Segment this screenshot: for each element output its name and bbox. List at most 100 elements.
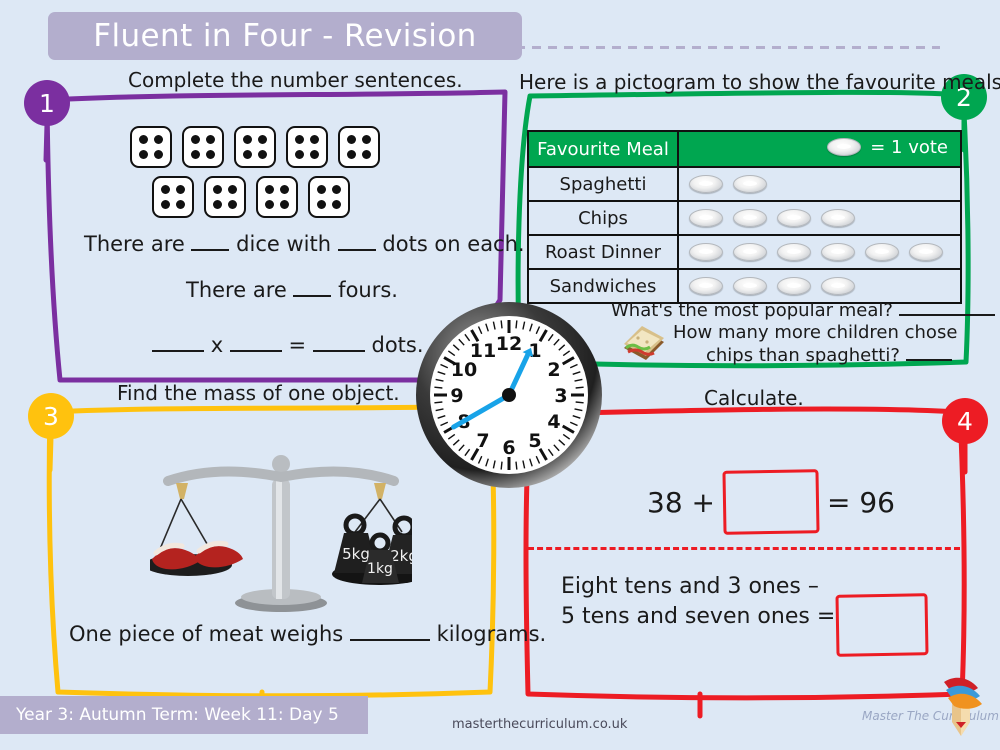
plate-icon [777, 243, 811, 261]
q1-s3-op: x [210, 333, 224, 357]
q1-sentence-3: x = dots. [152, 333, 424, 357]
pictogram-header-row: Favourite Meal = 1 vote [527, 130, 962, 168]
q3-answer-blank[interactable] [349, 639, 430, 641]
die-pip [139, 135, 148, 144]
die [308, 176, 350, 218]
die-pip [206, 135, 215, 144]
q1-s1-part-c: dots on each. [382, 232, 525, 256]
die-pip [317, 185, 326, 194]
page-title-banner: Fluent in Four - Revision [48, 12, 522, 60]
q1-blank-4[interactable] [152, 350, 204, 352]
q2-prompt: Here is a pictogram to show the favourit… [519, 70, 1000, 94]
q1-s3-eq: = [288, 333, 307, 357]
q2-answer-blank-2[interactable] [905, 359, 952, 361]
pictogram-meal-label: Roast Dinner [527, 234, 679, 270]
q4-answer-box-2[interactable] [835, 593, 929, 657]
plate-icon [821, 277, 855, 295]
clock-hour-number: 3 [554, 385, 567, 407]
die-pip [176, 200, 185, 209]
plate-icon [821, 209, 855, 227]
clock-hour-number: 4 [547, 411, 560, 433]
die-pip [265, 185, 274, 194]
die-pip [332, 200, 341, 209]
q4-answer-box-1[interactable] [722, 469, 820, 535]
plate-icon [777, 277, 811, 295]
q4-eq1-left: 38 + [647, 485, 715, 519]
q4-eq2-line-2: 5 tens and seven ones = [561, 603, 836, 629]
pictogram-vote-cell [677, 234, 962, 270]
die-pip [347, 150, 356, 159]
q2-question-2-line1: How many more children chose [673, 322, 958, 343]
die-pip [362, 135, 371, 144]
q1-s2-part-b: fours. [338, 278, 398, 302]
die [338, 126, 380, 168]
clock-hour-number: 6 [502, 437, 515, 459]
dice-row-top [130, 126, 380, 168]
clock-hour-number: 2 [547, 359, 560, 381]
pencil-logo [944, 677, 982, 736]
q2-question-2-line2: chips than spaghetti? [706, 345, 952, 366]
plate-icon [689, 277, 723, 295]
plate-icon [909, 243, 943, 261]
title-dashed-rule [500, 46, 940, 49]
plate-icon [689, 209, 723, 227]
q4-eq2-line-1: Eight tens and 3 ones – [561, 574, 819, 599]
pictogram-meal-label: Sandwiches [527, 268, 679, 304]
plate-icon [733, 243, 767, 261]
sandwich-icon [624, 326, 664, 360]
q1-s1-part-b: dice with [236, 232, 332, 256]
question-badge-4: 4 [942, 398, 988, 444]
die-pip [295, 135, 304, 144]
clock-hour-number: 11 [470, 340, 496, 362]
die-pip [258, 150, 267, 159]
page-title: Fluent in Four - Revision [93, 18, 477, 54]
q4-dashed-divider [528, 547, 960, 550]
plate-icon [865, 243, 899, 261]
weight-label-1kg: 1kg [367, 561, 393, 577]
q1-blank-1[interactable] [191, 249, 230, 251]
die [234, 126, 276, 168]
q4-equation-1: 38 + = 96 [647, 469, 895, 535]
clock-hour-number: 9 [450, 385, 463, 407]
clock-hour-number: 7 [476, 430, 489, 452]
q1-blank-5[interactable] [229, 350, 282, 352]
clock-hour-number: 12 [496, 333, 522, 355]
q2-answer-blank-1[interactable] [898, 314, 995, 316]
question-badge-1: 1 [24, 80, 70, 126]
weight-label-5kg: 5kg [342, 545, 370, 563]
pictogram-legend-text: = 1 vote [870, 136, 948, 158]
die-pip [161, 185, 170, 194]
pictogram-legend: = 1 vote [677, 130, 962, 168]
pictogram-vote-cell [677, 200, 962, 236]
pictogram-vote-icons [689, 243, 960, 261]
balance-scales: 5kg 2kg 1kg [150, 455, 412, 612]
plate-icon [689, 175, 723, 193]
q3-prompt: Find the mass of one object. [117, 381, 400, 405]
q1-blank-3[interactable] [293, 295, 332, 297]
die-pip [310, 135, 319, 144]
die-pip [228, 200, 237, 209]
pictogram-meal-label: Chips [527, 200, 679, 236]
die-pip [213, 185, 222, 194]
pictogram-row: Roast Dinner [527, 234, 962, 270]
die-pip [280, 185, 289, 194]
die [286, 126, 328, 168]
pictogram-row: Sandwiches [527, 268, 962, 304]
pictogram-vote-icons [689, 277, 960, 295]
dice-group [130, 126, 380, 226]
pictogram-meal-label: Spaghetti [527, 166, 679, 202]
die [256, 176, 298, 218]
plate-icon [733, 175, 767, 193]
q1-blank-6[interactable] [312, 350, 365, 352]
q4-eq1-right: = 96 [827, 485, 895, 519]
die-pip [213, 200, 222, 209]
die-pip [139, 150, 148, 159]
q1-blank-2[interactable] [337, 249, 376, 251]
die-pip [228, 185, 237, 194]
pictogram-vote-icons [689, 175, 960, 193]
die-pip [317, 200, 326, 209]
plate-icon [827, 138, 862, 157]
footer-tag-label: Year 3: Autumn Term: Week 11: Day 5 [16, 705, 339, 725]
die-pip [280, 200, 289, 209]
q3-answer-sentence: One piece of meat weighs kilograms. [69, 622, 546, 646]
